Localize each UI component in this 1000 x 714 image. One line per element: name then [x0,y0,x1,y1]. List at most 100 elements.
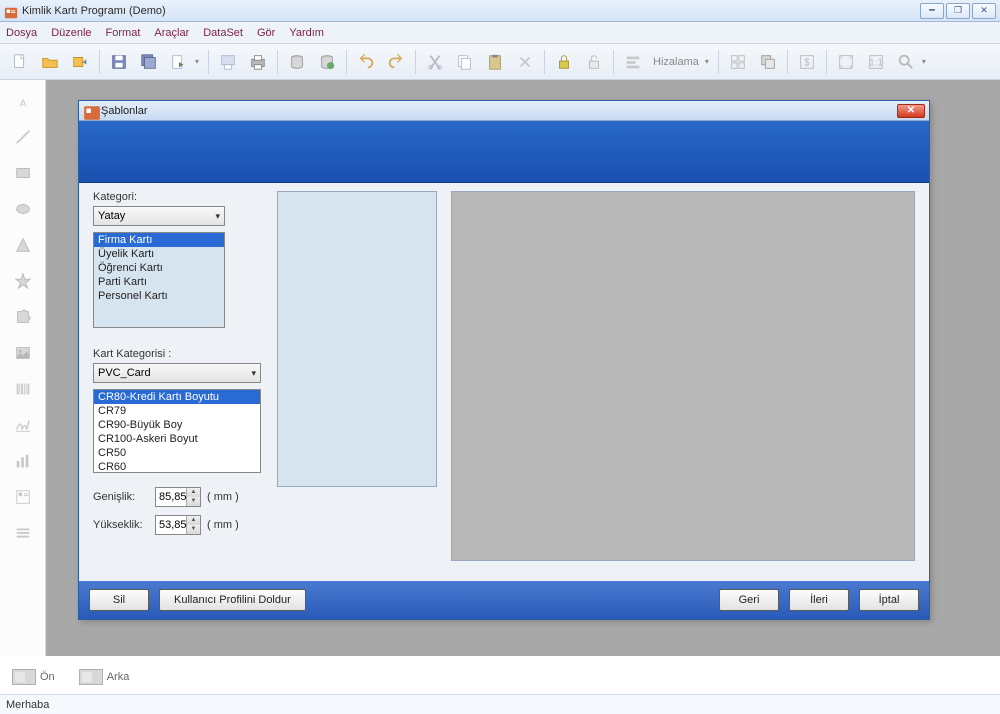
hizalama-label: Hizalama [649,56,703,68]
print-preview-icon[interactable] [214,48,242,76]
barcode-tool-icon[interactable] [12,378,34,400]
grid-icon[interactable] [724,48,752,76]
menu-duzenle[interactable]: Düzenle [51,27,91,39]
kategori-label: Kategori: [93,191,263,203]
iptal-button[interactable]: İptal [859,589,919,611]
text-tool-icon[interactable]: A [12,90,34,112]
list-item[interactable]: Firma Kartı [94,233,224,247]
export-icon[interactable] [165,48,193,76]
paste-icon[interactable] [481,48,509,76]
currency-icon[interactable]: $ [793,48,821,76]
list-item[interactable]: Parti Kartı [94,275,224,289]
yukseklik-value: 53,85 [159,519,187,531]
unit-label: ( mm ) [207,491,239,503]
dialog-body: Kategori: Yatay Firma Kartı Üyelik Kartı… [79,183,929,581]
list-item[interactable]: CR50 [94,446,260,460]
print-icon[interactable] [244,48,272,76]
list-item[interactable]: CR79 [94,404,260,418]
dialog-titlebar: Şablonlar ✕ [79,101,929,121]
list-item[interactable]: CR60 [94,460,260,473]
app-title: Kimlik Kartı Programı (Demo) [22,5,920,17]
left-column: Kategori: Yatay Firma Kartı Üyelik Kartı… [93,191,263,573]
undo-icon[interactable] [352,48,380,76]
close-button[interactable]: ✕ [972,3,996,19]
minimize-button[interactable]: ━ [920,3,944,19]
list-item[interactable]: Öğrenci Kartı [94,261,224,275]
line-tool-icon[interactable] [12,126,34,148]
svg-text:A: A [19,98,26,109]
align-icon[interactable] [619,48,647,76]
middle-column [277,191,437,573]
tab-on[interactable]: Ön [4,665,63,689]
export-dropdown-icon[interactable]: ▾ [195,57,203,66]
kategori-listbox[interactable]: Firma Kartı Üyelik Kartı Öğrenci Kartı P… [93,232,225,328]
statusbar: Merhaba [0,694,1000,714]
zoom-icon[interactable] [892,48,920,76]
actual-size-icon[interactable]: 1:1 [862,48,890,76]
card-front-icon [12,669,36,685]
dialog-close-button[interactable]: ✕ [897,104,925,118]
save-all-icon[interactable] [135,48,163,76]
hizalama-dropdown-icon[interactable]: ▾ [705,57,713,66]
ileri-button[interactable]: İleri [789,589,849,611]
list-item[interactable]: Üyelik Kartı [94,247,224,261]
open-icon[interactable] [36,48,64,76]
menu-tool-icon[interactable] [12,522,34,544]
list-item[interactable]: Personel Kartı [94,289,224,303]
right-column [451,191,915,573]
list-item[interactable]: CR100-Askeri Boyut [94,432,260,446]
chart-tool-icon[interactable] [12,450,34,472]
menu-yardim[interactable]: Yardım [289,27,324,39]
template-tool-icon[interactable] [12,486,34,508]
yukseklik-label: Yükseklik: [93,519,149,531]
database-refresh-icon[interactable] [313,48,341,76]
menu-format[interactable]: Format [106,27,141,39]
copy-icon[interactable] [451,48,479,76]
tab-arka[interactable]: Arka [71,665,138,689]
kart-size-listbox[interactable]: CR80-Kredi Kartı Boyutu CR79 CR90-Büyük … [93,389,261,473]
spinner-icon[interactable]: ▲▼ [186,488,200,506]
new-icon[interactable] [6,48,34,76]
zoom-dropdown-icon[interactable]: ▾ [922,57,930,66]
titlebar: Kimlik Kartı Programı (Demo) ━ ❐ ✕ [0,0,1000,22]
spinner-icon[interactable]: ▲▼ [186,516,200,534]
menu-araclar[interactable]: Araçlar [154,27,189,39]
delete-icon[interactable] [511,48,539,76]
yukseklik-row: Yükseklik: 53,85 ▲▼ ( mm ) [93,515,263,535]
profil-button[interactable]: Kullanıcı Profilini Doldur [159,589,306,611]
layers-icon[interactable] [754,48,782,76]
unlock-icon[interactable] [580,48,608,76]
genislik-value: 85,85 [159,491,187,503]
ellipse-tool-icon[interactable] [12,198,34,220]
kart-kategori-dropdown[interactable]: PVC_Card [93,363,261,383]
lock-icon[interactable] [550,48,578,76]
redo-icon[interactable] [382,48,410,76]
maximize-button[interactable]: ❐ [946,3,970,19]
triangle-tool-icon[interactable] [12,234,34,256]
image-tool-icon[interactable] [12,342,34,364]
kart-kategori-value: PVC_Card [98,367,151,379]
database-icon[interactable] [283,48,311,76]
rect-tool-icon[interactable] [12,162,34,184]
menu-dataset[interactable]: DataSet [203,27,243,39]
list-item[interactable]: CR80-Kredi Kartı Boyutu [94,390,260,404]
save-icon[interactable] [105,48,133,76]
genislik-row: Genişlik: 85,85 ▲▼ ( mm ) [93,487,263,507]
star-tool-icon[interactable] [12,270,34,292]
signature-tool-icon[interactable] [12,414,34,436]
kart-kategori-label: Kart Kategorisi : [93,348,263,360]
menubar: Dosya Düzenle Format Araçlar DataSet Gör… [0,22,1000,44]
menu-dosya[interactable]: Dosya [6,27,37,39]
list-item[interactable]: CR90-Büyük Boy [94,418,260,432]
import-icon[interactable] [66,48,94,76]
puzzle-tool-icon[interactable] [12,306,34,328]
yukseklik-input[interactable]: 53,85 ▲▼ [155,515,201,535]
fit-icon[interactable] [832,48,860,76]
sil-button[interactable]: Sil [89,589,149,611]
cut-icon[interactable] [421,48,449,76]
geri-button[interactable]: Geri [719,589,779,611]
tab-on-label: Ön [40,671,55,683]
menu-gor[interactable]: Gör [257,27,275,39]
kategori-dropdown[interactable]: Yatay [93,206,225,226]
genislik-input[interactable]: 85,85 ▲▼ [155,487,201,507]
